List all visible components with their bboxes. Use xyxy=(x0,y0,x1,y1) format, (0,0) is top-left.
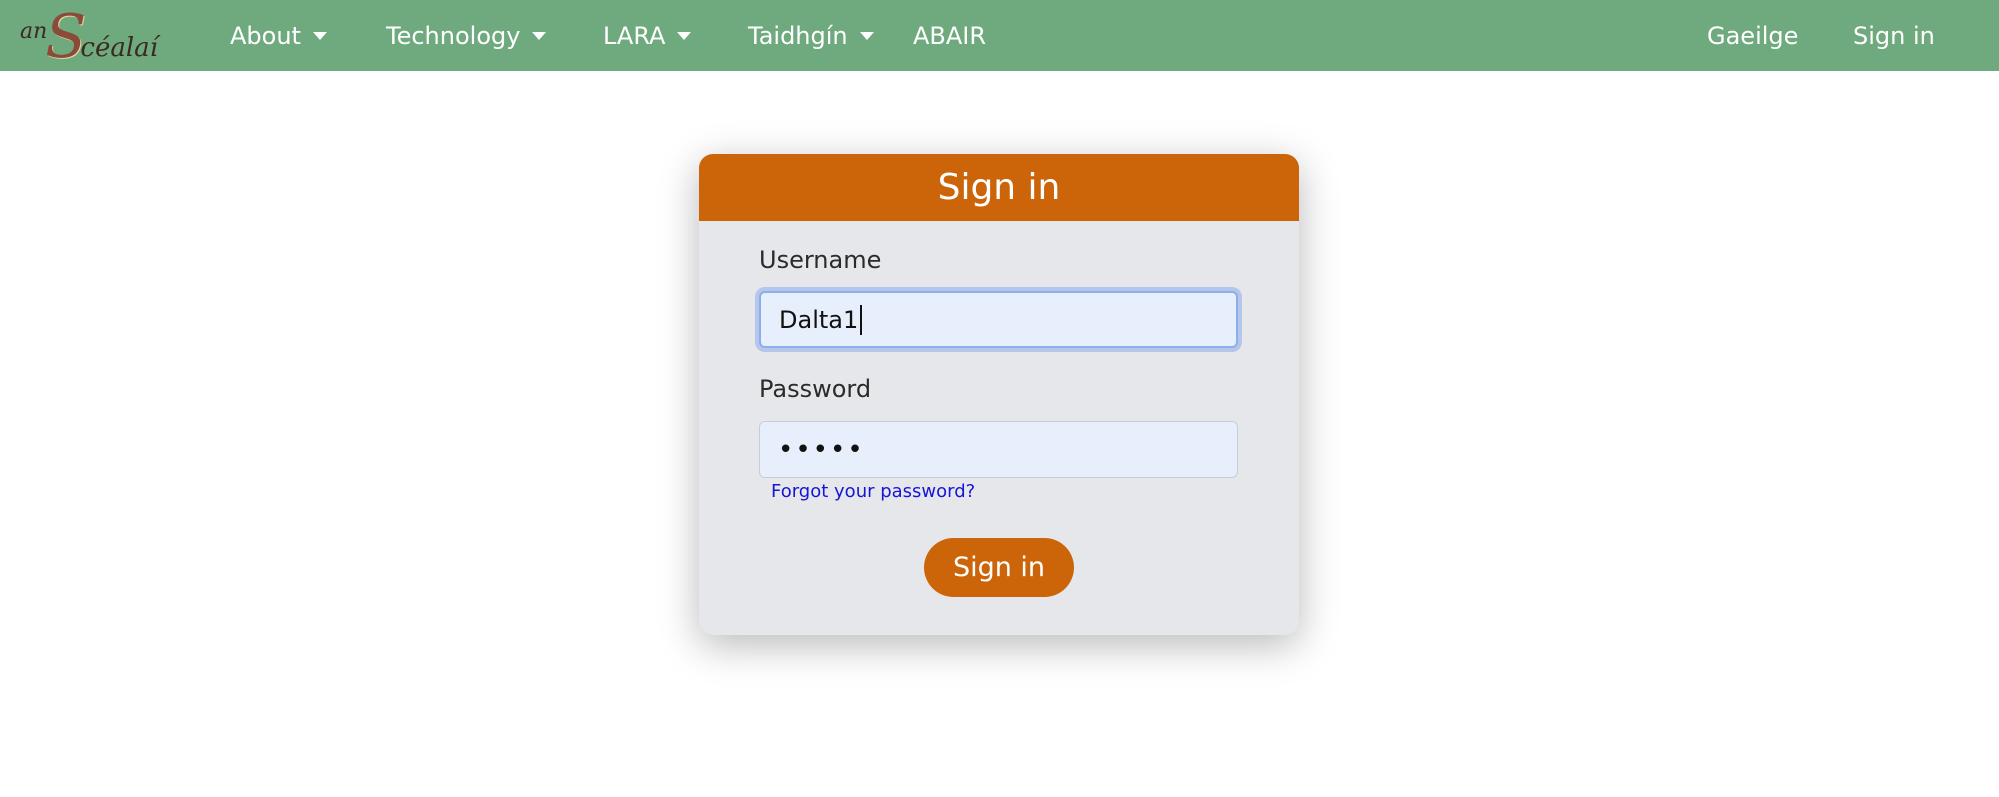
password-masked-value: ••••• xyxy=(778,434,865,465)
nav-lara-label: LARA xyxy=(603,21,666,50)
logo-rest: céalaí xyxy=(80,33,158,63)
text-cursor xyxy=(860,304,863,335)
nav-lara-dropdown[interactable]: LARA xyxy=(603,0,692,71)
signin-submit-button[interactable]: Sign in xyxy=(924,538,1074,597)
password-input[interactable]: ••••• xyxy=(759,421,1238,478)
nav-abair-link[interactable]: ABAIR xyxy=(913,0,986,71)
caret-down-icon xyxy=(312,31,327,40)
caret-down-icon xyxy=(532,31,547,40)
nav-taidhgin-dropdown[interactable]: Taidhgín xyxy=(748,0,874,71)
signin-card-title: Sign in xyxy=(699,154,1299,221)
caret-down-icon xyxy=(859,31,874,40)
nav-signin-label: Sign in xyxy=(1853,21,1935,50)
signin-card: Sign in Username Dalta1 Password ••••• F… xyxy=(699,154,1299,635)
password-label: Password xyxy=(759,375,872,403)
nav-abair-label: ABAIR xyxy=(913,21,987,50)
username-value: Dalta1 xyxy=(779,305,859,334)
username-input[interactable]: Dalta1 xyxy=(759,291,1238,348)
nav-about-label: About xyxy=(230,21,301,50)
nav-about-dropdown[interactable]: About xyxy=(230,0,327,71)
logo-prefix: an xyxy=(20,19,48,44)
nav-signin-link[interactable]: Sign in xyxy=(1853,0,1935,71)
forgot-password-link[interactable]: Forgot your password? xyxy=(771,481,975,502)
nav-technology-dropdown[interactable]: Technology xyxy=(386,0,547,71)
username-label: Username xyxy=(759,246,882,274)
nav-technology-label: Technology xyxy=(386,21,521,50)
top-navbar: an S céalaí About Technology LARA Taidhg… xyxy=(0,0,1999,71)
language-toggle-link[interactable]: Gaeilge xyxy=(1707,0,1798,71)
caret-down-icon xyxy=(677,31,692,40)
nav-taidhgin-label: Taidhgín xyxy=(748,21,848,50)
language-toggle-label: Gaeilge xyxy=(1707,21,1799,50)
an-scealai-logo[interactable]: an S céalaí xyxy=(20,5,170,67)
